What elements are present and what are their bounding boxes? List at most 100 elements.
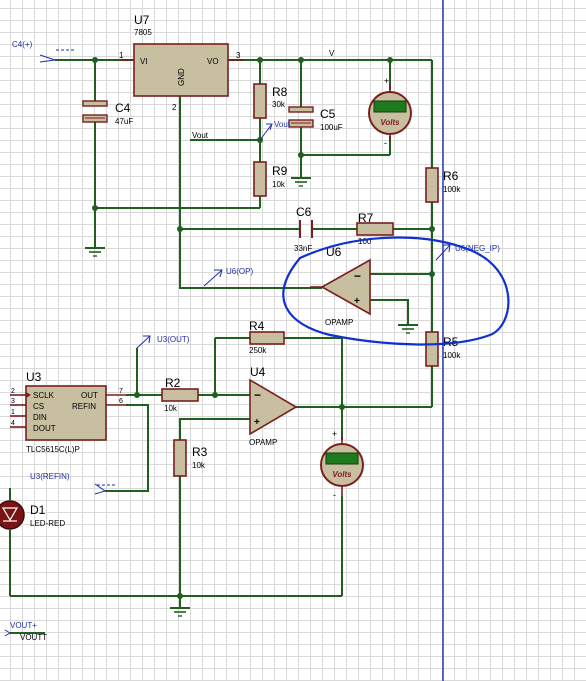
r7-ref: R7 [358,211,374,225]
u4-opamp[interactable]: − + U4 OPAMP [249,365,298,447]
u3-pin-refin: REFIN [72,402,96,411]
u6-part: OPAMP [325,318,353,327]
terminal-vout-arrow[interactable]: Vout [259,120,291,141]
annotation-circle [282,236,510,346]
u4-ref: U4 [250,365,266,379]
meter-2-minus: - [333,490,336,500]
r2-value: 10k [164,404,178,413]
terminal-u6-op[interactable]: U6(OP) [203,267,253,287]
u3-pin-sclk: SCLK [33,391,55,400]
r3-resistor[interactable]: R3 10k [173,439,208,477]
net-v-label: V [329,49,335,58]
d1-led[interactable]: D1 LED-RED [0,500,65,530]
terminal-c4-plus[interactable]: C4(+) [12,40,76,63]
meter-2-plus: + [332,429,337,439]
r8-value: 30k [272,100,286,109]
c4-capacitor[interactable]: C4 47uF [82,100,133,126]
terminal-u6-neg-label: U6(NEG_IP) [455,244,500,253]
c6-ref: C6 [296,205,312,219]
u7-ref: U7 [134,13,150,27]
r8-resistor[interactable]: R8 30k [253,83,288,119]
u7-regulator[interactable]: U7 7805 VI VO GND 1 3 2 [119,13,244,112]
terminal-u3-out[interactable]: U3(OUT) [136,335,190,349]
c4-value: 47uF [115,117,133,126]
u3-pin-out: OUT [81,391,98,400]
terminal-u3-refin-label: U3(REFIN) [30,472,70,481]
u3-dac[interactable]: U3 TLC5615C(L)P SCLK CS DIN DOUT OUT REF… [10,370,126,454]
r3-value: 10k [192,461,206,470]
u3-part: TLC5615C(L)P [26,445,80,454]
c6-value: 33nF [294,244,312,253]
net-label-vout[interactable]: Vout [192,131,209,140]
u7-pin1: 1 [119,51,124,60]
d1-ref: D1 [30,503,46,517]
meter-1-unit: Volts [380,118,400,127]
u4-plus-sign: + [254,417,260,428]
u3-ref: U3 [26,370,42,384]
u3-pin-dout: DOUT [33,424,56,433]
u4-part: OPAMP [249,438,277,447]
terminal-u6-op-label: U6(OP) [226,267,253,276]
u6-opamp[interactable]: − + U6 OPAMP [310,245,371,327]
meter-2-display [325,452,359,465]
u4-minus-sign: − [254,388,261,402]
u3-pin-din: DIN [33,413,47,422]
u3-pin-num-2: 2 [11,388,15,395]
u7-pin-vi: VI [140,57,148,66]
terminal-u6-neg[interactable]: U6(NEG_IP) [435,244,500,261]
voltmeter-2[interactable]: Volts + - [320,429,364,500]
r2-ref: R2 [165,376,181,390]
schematic[interactable]: U7 7805 VI VO GND 1 3 2 C4 47uF R8 30k R… [0,0,586,681]
u3-pin-num-7: 7 [119,388,123,395]
c5-value: 100uF [320,123,343,132]
ground-icon [291,177,311,187]
meter-1-plus: + [384,76,389,86]
ground-icon [170,607,190,617]
terminal-vout-arrow-label: Vout [274,120,291,129]
u3-pin-num-1: 1 [11,409,15,416]
r6-value: 100k [443,185,461,194]
r4-ref: R4 [249,319,265,333]
u3-pin-num-6: 6 [119,398,123,405]
terminal-u3-out-label: U3(OUT) [157,335,190,344]
u3-pin-num-3: 3 [11,398,15,405]
u7-pin-vo: VO [207,57,219,66]
u6-minus-sign: − [354,269,361,283]
ground-icon [398,324,418,334]
d1-part: LED-RED [30,519,65,528]
terminal-vout-plus-label: VOUT+ [10,621,37,630]
schematic-canvas[interactable]: U7 7805 VI VO GND 1 3 2 C4 47uF R8 30k R… [0,0,586,681]
u7-pin2: 2 [172,103,177,112]
r9-value: 10k [272,180,286,189]
r9-resistor[interactable]: R9 10k [253,161,288,197]
r8-ref: R8 [272,85,288,99]
r3-ref: R3 [192,445,208,459]
r9-ref: R9 [272,164,288,178]
r4-resistor[interactable]: R4 250k [249,319,285,355]
r2-resistor[interactable]: R2 10k [161,376,199,413]
net-label-v[interactable]: V [329,49,335,58]
u3-pin-cs: CS [33,402,44,411]
net-vout-label: Vout [192,131,209,140]
c5-ref: C5 [320,107,336,121]
u7-pin3: 3 [236,51,241,60]
u7-pin-gnd: GND [177,68,186,86]
terminal-vout-plus[interactable]: VOUT+ VOUTT [4,621,47,642]
ground-icon [85,247,105,257]
meter-2-unit: Volts [332,470,352,479]
u6-plus-sign: + [354,296,360,307]
voltmeter-1[interactable]: Volts + - [368,76,412,148]
terminal-c4-plus-label: C4(+) [12,40,33,49]
wires [9,59,433,634]
terminal-voutt-label: VOUTT [20,633,47,642]
c4-ref: C4 [115,101,131,115]
r5-value: 100k [443,351,461,360]
terminal-u3-refin[interactable]: U3(REFIN) [30,472,117,495]
c5-capacitor[interactable]: C5 100uF [288,106,343,132]
meter-1-minus: - [384,138,387,148]
r6-ref: R6 [443,169,459,183]
u7-part: 7805 [134,28,152,37]
r4-value: 250k [249,346,267,355]
meter-1-display [373,100,407,113]
u3-pin-num-4: 4 [11,420,15,427]
